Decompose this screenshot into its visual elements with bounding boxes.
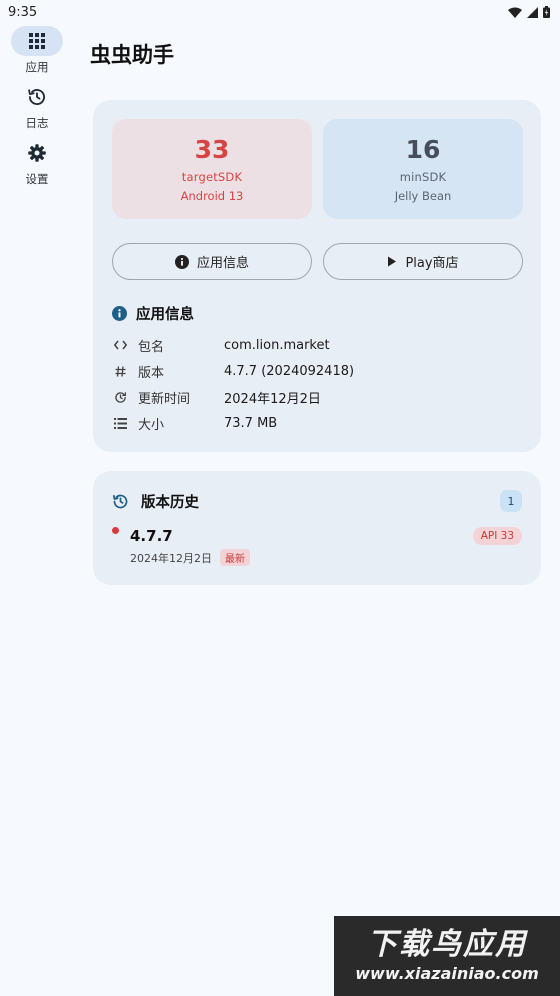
nav-pill-logs xyxy=(11,82,63,112)
watermark-text: 下载鸟应用 xyxy=(367,927,527,962)
info-label-size: 大小 xyxy=(138,417,165,433)
target-sdk-box: 33 targetSDK Android 13 xyxy=(112,119,312,219)
nav-item-logs[interactable]: 日志 xyxy=(0,82,74,131)
target-sdk-value: 33 xyxy=(194,135,230,164)
version-entry-name: 4.7.7 xyxy=(130,527,173,545)
info-row-package: 包名 com.lion.market xyxy=(112,335,532,355)
version-history-card: 版本历史 1 4.7.7 2024年12月2日 最新 API 33 xyxy=(93,471,541,585)
version-history-heading: 版本历史 xyxy=(112,491,199,512)
nav-item-apps[interactable]: 应用 xyxy=(0,26,74,75)
app-info-button-label: 应用信息 xyxy=(196,256,249,271)
latest-dot-indicator xyxy=(112,527,119,534)
nav-label-settings: 设置 xyxy=(25,172,49,186)
version-history-title: 版本历史 xyxy=(141,495,199,511)
info-icon xyxy=(112,306,127,321)
info-value-size: 73.7 MB xyxy=(224,415,278,431)
nav-item-settings[interactable]: 设置 xyxy=(0,138,74,187)
app-info-button[interactable]: 应用信息 xyxy=(112,243,312,280)
play-store-button-label: Play商店 xyxy=(405,256,459,271)
watermark-url: www.xiazainiao.com xyxy=(355,964,539,983)
gear-icon xyxy=(28,144,46,162)
nav-pill-settings xyxy=(11,138,63,168)
app-info-heading: 应用信息 xyxy=(112,303,194,324)
page-title: 虫虫助手 xyxy=(90,43,174,67)
list-icon xyxy=(112,417,128,429)
version-count-badge: 1 xyxy=(500,490,522,512)
info-label-version: 版本 xyxy=(138,365,165,381)
history-icon xyxy=(112,494,128,509)
update-clock-icon xyxy=(112,391,128,404)
info-label-updated: 更新时间 xyxy=(138,391,191,407)
min-sdk-value: 16 xyxy=(405,135,441,164)
nav-label-apps: 应用 xyxy=(25,60,49,74)
play-icon xyxy=(388,256,397,267)
info-value-package: com.lion.market xyxy=(224,337,330,353)
min-sdk-label: minSDK xyxy=(399,170,447,184)
target-sdk-label: targetSDK xyxy=(181,170,243,184)
wifi-icon xyxy=(508,7,522,18)
code-icon xyxy=(112,340,128,350)
info-icon xyxy=(174,254,189,269)
status-time: 9:35 xyxy=(8,4,38,20)
version-entry-date: 2024年12月2日 xyxy=(130,552,212,565)
api-level-badge: API 33 xyxy=(472,527,522,545)
min-sdk-version: Jelly Bean xyxy=(394,189,452,203)
info-value-updated: 2024年12月2日 xyxy=(224,391,321,407)
latest-badge: 最新 xyxy=(220,549,250,566)
min-sdk-box: 16 minSDK Jelly Bean xyxy=(323,119,523,219)
signal-icon xyxy=(527,6,538,18)
nav-label-logs: 日志 xyxy=(25,116,49,130)
info-row-updated: 更新时间 2024年12月2日 xyxy=(112,387,532,407)
info-row-version: 版本 4.7.7 (2024092418) xyxy=(112,361,532,381)
status-bar: 9:35 xyxy=(0,0,560,24)
info-label-package: 包名 xyxy=(138,339,165,355)
hash-icon xyxy=(112,365,128,377)
info-row-size: 大小 73.7 MB xyxy=(112,413,532,433)
info-value-version: 4.7.7 (2024092418) xyxy=(224,363,355,379)
apps-grid-icon xyxy=(29,33,45,49)
app-info-card: 33 targetSDK Android 13 16 minSDK Jelly … xyxy=(93,100,541,452)
play-store-button[interactable]: Play商店 xyxy=(323,243,523,280)
app-info-heading-label: 应用信息 xyxy=(136,307,194,323)
history-icon xyxy=(28,89,45,106)
nav-pill-apps xyxy=(11,26,63,56)
watermark-logo: 下载鸟应用 www.xiazainiao.com xyxy=(334,916,560,996)
battery-icon xyxy=(543,6,550,18)
target-sdk-version: Android 13 xyxy=(180,189,244,203)
status-icons xyxy=(508,6,550,18)
